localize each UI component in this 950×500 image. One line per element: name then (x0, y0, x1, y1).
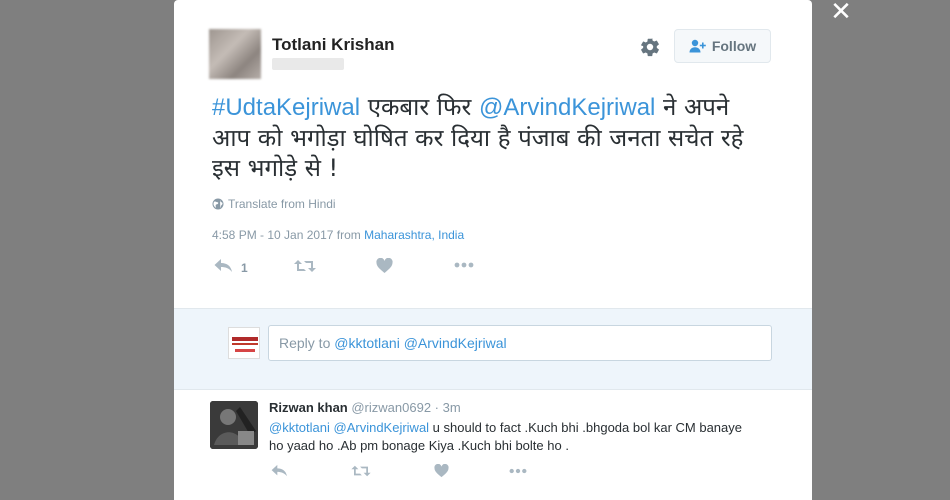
heart-icon[interactable] (434, 464, 449, 478)
reply-handle-time[interactable]: @rizwan0692 · 3m (348, 400, 460, 415)
close-icon[interactable]: ✕ (830, 0, 852, 24)
tweet-actions: 1 (214, 258, 514, 278)
translate-label: Translate from Hindi (228, 197, 336, 211)
retweet-icon[interactable] (294, 258, 316, 274)
globe-icon (212, 198, 224, 210)
more-icon[interactable] (509, 468, 527, 474)
tweet-card: Totlani Krishan Follow #UdtaKejriwal एकब… (174, 0, 812, 500)
translate-link[interactable]: Translate from Hindi (212, 197, 336, 211)
author-handle-blurred (272, 58, 344, 70)
reply-input-mentions: @kktotlani @ArvindKejriwal (334, 335, 507, 351)
heart-icon[interactable] (376, 258, 393, 274)
reply-icon[interactable] (214, 258, 233, 274)
follow-label: Follow (711, 38, 757, 54)
reply-author-avatar[interactable] (210, 401, 258, 449)
reply-input-prefix: Reply to (279, 335, 335, 351)
reply-mentions[interactable]: @kktotlani @ArvindKejriwal (269, 420, 429, 435)
reply-icon[interactable] (271, 464, 288, 478)
hashtag-link[interactable]: #UdtaKejriwal (212, 94, 360, 121)
retweet-icon[interactable] (351, 464, 371, 478)
tweet-timestamp: 4:58 PM - 10 Jan 2017 from Maharashtra, … (212, 228, 464, 242)
timestamp-text: 4:58 PM - 10 Jan 2017 from (212, 228, 365, 242)
gear-icon[interactable] (639, 36, 661, 58)
tweet-text-part1: एकबार फिर (360, 93, 479, 121)
author-name[interactable]: Totlani Krishan (272, 35, 394, 55)
follow-button[interactable]: Follow (674, 29, 771, 63)
author-avatar[interactable] (209, 29, 261, 79)
reply-author-name[interactable]: Rizwan khan (269, 400, 348, 415)
more-icon[interactable] (454, 262, 474, 268)
reply-input[interactable]: Reply to @kktotlani @ArvindKejriwal (268, 325, 772, 361)
reply-compose-section: Reply to @kktotlani @ArvindKejriwal (174, 308, 812, 390)
reply-text: @kktotlani @ArvindKejriwal u should to f… (269, 419, 759, 455)
add-user-icon (689, 39, 706, 53)
reply-actions (271, 464, 571, 482)
current-user-avatar (228, 327, 260, 359)
tweet-text: #UdtaKejriwal एकबार फिर @ArvindKejriwal … (212, 92, 772, 183)
reply-tweet: Rizwan khan @rizwan0692 · 3m @kktotlani … (174, 389, 812, 500)
reply-count: 1 (241, 261, 248, 275)
location-link[interactable]: Maharashtra, India (364, 228, 464, 242)
logo-icon (229, 328, 259, 358)
reply-header: Rizwan khan @rizwan0692 · 3m (269, 400, 461, 415)
mention-link[interactable]: @ArvindKejriwal (479, 94, 655, 121)
